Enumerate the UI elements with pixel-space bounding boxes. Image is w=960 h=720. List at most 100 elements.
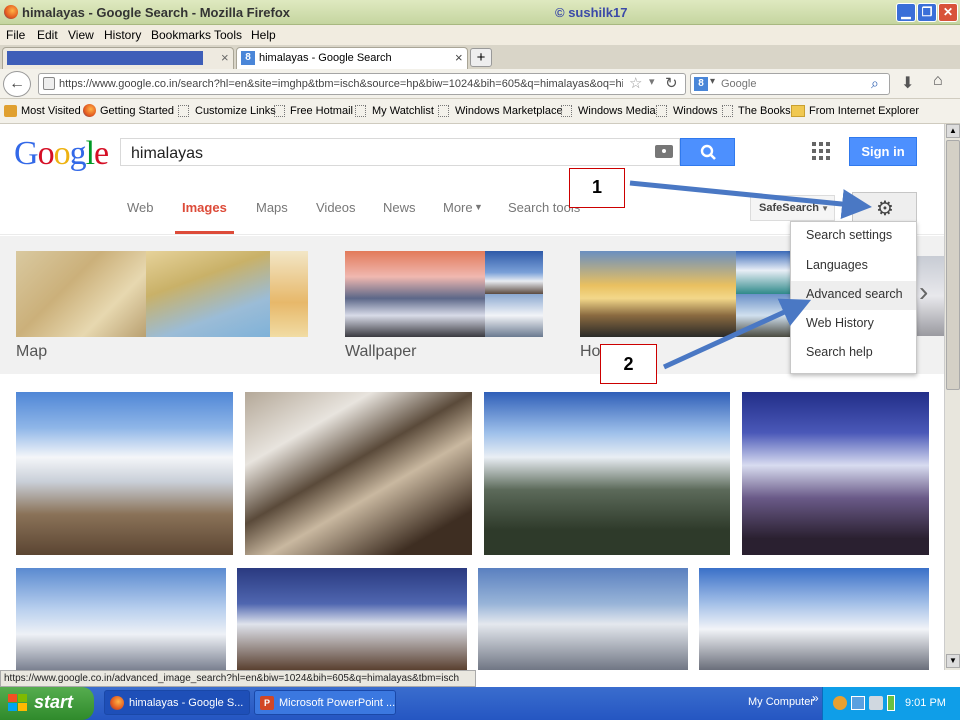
menu-file[interactable]: File <box>6 28 25 42</box>
tab-close-icon[interactable]: × <box>221 50 229 65</box>
tab-more[interactable]: More <box>443 200 473 215</box>
related-label[interactable]: Map <box>16 343 47 361</box>
powerpoint-icon: P <box>260 696 274 710</box>
safesearch-button[interactable]: SafeSearch ▼ <box>750 195 835 221</box>
site-identity-icon[interactable] <box>43 77 55 90</box>
bookmark-page-icon <box>274 105 285 117</box>
new-tab-button[interactable]: + <box>470 48 492 67</box>
home-icon[interactable]: ⌂ <box>933 72 943 90</box>
tab-web[interactable]: Web <box>127 200 154 215</box>
result-image[interactable] <box>478 568 688 670</box>
bookmark-customize-links[interactable]: Customize Links <box>195 105 276 117</box>
bookmark-page-icon <box>355 105 366 117</box>
google-logo[interactable]: Google <box>14 135 109 173</box>
bookmark-free-hotmail[interactable]: Free Hotmail <box>290 105 353 117</box>
menu-advanced-search[interactable]: Advanced search <box>791 281 916 310</box>
safesearch-label: SafeSearch <box>759 202 819 214</box>
bookmark-from-internet-explorer[interactable]: From Internet Explorer <box>809 105 919 117</box>
related-ho[interactable] <box>580 251 790 337</box>
landscape-thumbnail <box>736 294 790 337</box>
annotation-label: 2 <box>600 344 657 384</box>
result-image[interactable] <box>237 568 467 670</box>
vertical-scrollbar[interactable]: ▲ ▼ <box>944 124 960 670</box>
web-search-input[interactable] <box>721 76 866 92</box>
result-image[interactable] <box>699 568 929 670</box>
menu-search-settings[interactable]: Search settings <box>791 222 916 251</box>
chevron-right-icon[interactable]: › <box>919 276 928 308</box>
scroll-down-button[interactable]: ▼ <box>946 654 960 668</box>
tab-inactive[interactable]: × <box>2 47 234 69</box>
chevron-down-icon: ▼ <box>474 202 483 212</box>
tab-bar: × 8 himalayas - Google Search × + <box>0 45 960 69</box>
tray-battery-icon[interactable] <box>887 695 895 711</box>
tab-close-icon[interactable]: × <box>455 50 463 65</box>
google-engine-icon[interactable]: 8 <box>694 77 708 91</box>
related-label[interactable]: Ho <box>580 343 600 361</box>
menu-languages[interactable]: Languages <box>791 252 916 281</box>
start-label: start <box>34 692 74 712</box>
related-label[interactable]: Wallpaper <box>345 343 416 361</box>
result-image[interactable] <box>484 392 730 555</box>
close-window-button[interactable]: ✕ <box>938 3 958 22</box>
task-powerpoint[interactable]: P Microsoft PowerPoint ... <box>254 690 396 715</box>
settings-button[interactable]: ⚙ <box>852 192 917 222</box>
expand-chevron-icon[interactable]: » <box>812 691 819 705</box>
sign-in-button[interactable]: Sign in <box>849 137 917 166</box>
tab-maps[interactable]: Maps <box>256 200 288 215</box>
menu-tools[interactable]: Tools <box>214 28 242 42</box>
back-button[interactable]: ← <box>3 71 31 97</box>
tray-speaker-icon[interactable] <box>869 696 883 710</box>
tab-news[interactable]: News <box>383 200 416 215</box>
menu-search-help[interactable]: Search help <box>791 339 916 368</box>
search-engine-box[interactable]: 8 ▾ ⌕ <box>690 73 890 95</box>
menu-web-history[interactable]: Web History <box>791 310 916 339</box>
menu-help[interactable]: Help <box>251 28 276 42</box>
tray-network-icon[interactable] <box>851 696 865 710</box>
start-button[interactable]: start <box>0 687 94 720</box>
scroll-thumb[interactable] <box>946 140 960 390</box>
query-input[interactable]: himalayas <box>120 138 680 166</box>
menu-history[interactable]: History <box>104 28 141 42</box>
tab-active[interactable]: 8 himalayas - Google Search × <box>236 47 468 69</box>
logo-letter: l <box>85 135 96 172</box>
maximize-button[interactable]: ❐ <box>917 3 937 22</box>
bookmark-most-visited[interactable]: Most Visited <box>21 105 81 117</box>
bookmark-windows[interactable]: Windows <box>673 105 718 117</box>
bookmark-windows-media[interactable]: Windows Media <box>578 105 656 117</box>
tab-videos[interactable]: Videos <box>316 200 356 215</box>
bookmark-my-watchlist[interactable]: My Watchlist <box>372 105 434 117</box>
search-icon[interactable]: ⌕ <box>871 75 879 92</box>
related-map[interactable] <box>16 251 308 337</box>
tab-images[interactable]: Images <box>182 200 227 215</box>
result-image[interactable] <box>245 392 472 555</box>
bookmark-windows-marketplace[interactable]: Windows Marketplace <box>455 105 563 117</box>
menu-bookmarks[interactable]: Bookmarks <box>151 28 211 42</box>
menu-view[interactable]: View <box>68 28 94 42</box>
download-icon[interactable]: ⬇ <box>901 73 914 93</box>
task-firefox[interactable]: himalayas - Google S... <box>104 690 250 715</box>
search-button[interactable] <box>680 138 735 166</box>
bookmark-getting-started[interactable]: Getting Started <box>100 105 174 117</box>
window-title-bar[interactable]: himalayas - Google Search - Mozilla Fire… <box>0 0 960 25</box>
bookmark-star-icon[interactable]: ☆ <box>629 74 642 92</box>
landscape-thumbnail <box>580 251 736 337</box>
clock[interactable]: 9:01 PM <box>905 697 946 709</box>
toolbar-label[interactable]: My Computer <box>748 696 814 708</box>
bookmark-the-books[interactable]: The Books <box>738 105 791 117</box>
result-image[interactable] <box>16 392 233 555</box>
camera-icon[interactable] <box>655 145 673 158</box>
engine-dropdown-icon[interactable]: ▾ <box>710 76 715 87</box>
reload-icon[interactable]: ↻ <box>665 74 678 92</box>
scroll-up-button[interactable]: ▲ <box>946 124 960 138</box>
result-image[interactable] <box>742 392 929 555</box>
gear-icon: ⚙ <box>876 198 894 220</box>
apps-grid-icon[interactable] <box>812 142 830 163</box>
menu-edit[interactable]: Edit <box>37 28 58 42</box>
dropdown-arrow-icon[interactable]: ▾ <box>649 75 655 88</box>
address-bar[interactable]: https://www.google.co.in/search?hl=en&si… <box>38 73 686 95</box>
result-image[interactable] <box>16 568 226 670</box>
search-icon <box>700 144 716 160</box>
tray-back-icon[interactable] <box>833 696 847 710</box>
related-wallpaper[interactable] <box>345 251 543 337</box>
minimize-button[interactable]: ▁ <box>896 3 916 22</box>
